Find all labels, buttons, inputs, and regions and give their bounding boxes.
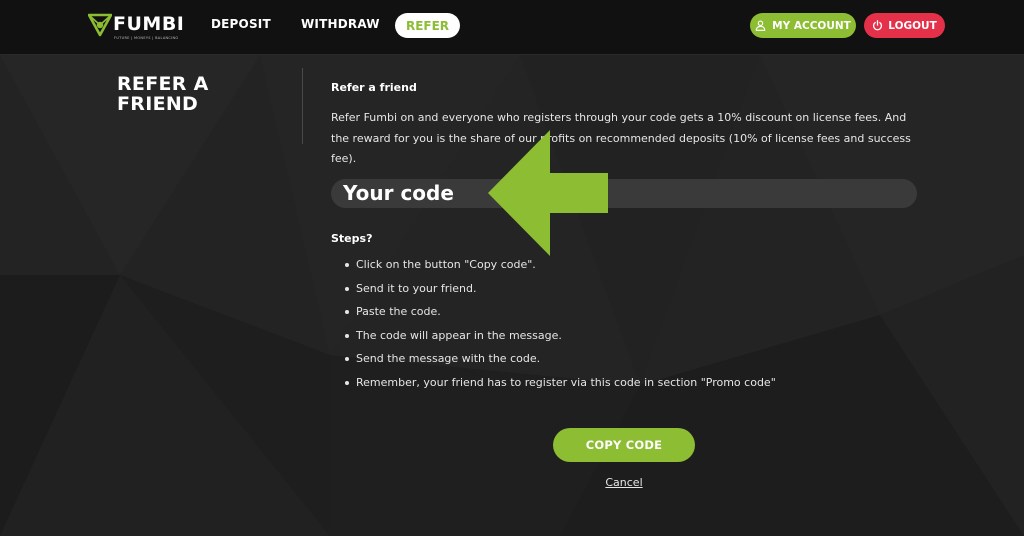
my-account-label: MY ACCOUNT bbox=[772, 19, 851, 32]
top-navigation-bar: FUMBI FUTURE | MONEYS | BALANCING DEPOSI… bbox=[0, 0, 1024, 55]
step-item: Click on the button "Copy code". bbox=[345, 256, 916, 280]
logout-label: LOGOUT bbox=[888, 19, 937, 32]
vertical-divider bbox=[302, 68, 303, 144]
logo-tagline: FUTURE | MONEYS | BALANCING bbox=[114, 36, 179, 40]
my-account-button[interactable]: MY ACCOUNT bbox=[750, 13, 856, 38]
steps-title: Steps? bbox=[331, 232, 373, 245]
step-item: Send the message with the code. bbox=[345, 350, 916, 374]
step-item: The code will appear in the message. bbox=[345, 327, 916, 351]
page-title: REFER A FRIEND bbox=[117, 73, 209, 115]
fumbi-logo[interactable]: FUMBI FUTURE | MONEYS | BALANCING bbox=[88, 12, 184, 40]
fumbi-logo-icon bbox=[88, 13, 112, 37]
section-title: Refer a friend bbox=[331, 81, 417, 94]
logo-wordmark: FUMBI bbox=[113, 13, 185, 35]
nav-deposit[interactable]: DEPOSIT bbox=[211, 17, 271, 31]
nav-refer-active[interactable]: REFER bbox=[395, 13, 460, 38]
nav-withdraw[interactable]: WITHDRAW bbox=[301, 17, 380, 31]
logout-button[interactable]: LOGOUT bbox=[864, 13, 945, 38]
step-item: Remember, your friend has to register vi… bbox=[345, 374, 916, 398]
user-icon bbox=[755, 20, 766, 31]
power-icon bbox=[873, 20, 883, 31]
step-item: Send it to your friend. bbox=[345, 280, 916, 304]
your-code-label: Your code bbox=[343, 181, 454, 205]
steps-list: Click on the button "Copy code". Send it… bbox=[345, 256, 916, 398]
arrow-left-icon bbox=[488, 130, 608, 256]
cancel-link[interactable]: Cancel bbox=[604, 476, 644, 489]
refer-description: Refer Fumbi on and everyone who register… bbox=[331, 111, 911, 165]
copy-code-button[interactable]: COPY CODE bbox=[553, 428, 695, 462]
step-item: Paste the code. bbox=[345, 303, 916, 327]
